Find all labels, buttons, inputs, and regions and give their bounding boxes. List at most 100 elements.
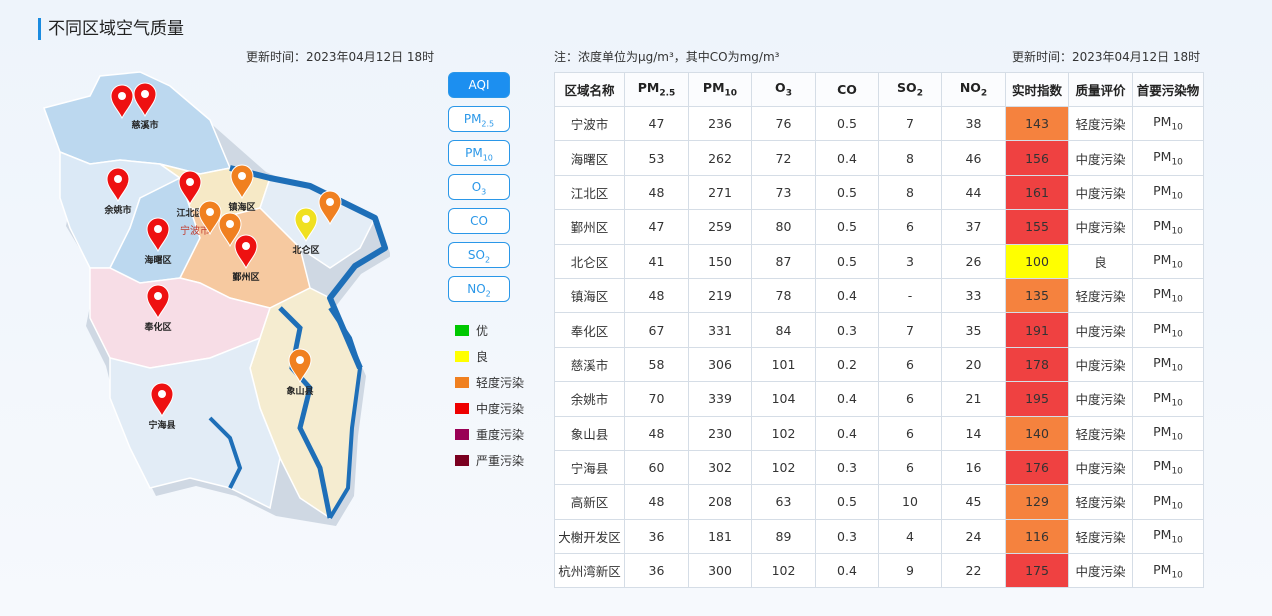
cell-so2: 3 bbox=[878, 243, 942, 279]
cell-so2: 7 bbox=[878, 105, 942, 142]
aqi-legend: 优 良 轻度污染 中度污染 重度污染 严重污染 bbox=[455, 317, 524, 473]
cell-aqi: 129 bbox=[1005, 484, 1069, 520]
table-row[interactable]: 北仑区 41 150 87 0.5 3 26 100 良 PM10 bbox=[554, 243, 1204, 279]
table-header-row: 区域名称 PM2.5 PM10 O3 CO SO2 NO2 实时指数 质量评价 首要污染物 bbox=[554, 72, 1204, 107]
cell-no2: 33 bbox=[941, 277, 1006, 314]
cell-aqi: 135 bbox=[1005, 277, 1069, 314]
cell-aqi: 156 bbox=[1005, 140, 1069, 176]
cell-so2: 4 bbox=[878, 518, 942, 555]
cell-co: 0.3 bbox=[815, 518, 879, 555]
cell-level: 轻度污染 bbox=[1068, 277, 1133, 314]
pin-label: 慈溪市 bbox=[131, 119, 158, 131]
cell-level: 中度污染 bbox=[1068, 174, 1133, 211]
cell-region: 奉化区 bbox=[554, 312, 625, 348]
cell-pm10: 306 bbox=[688, 346, 752, 383]
air-quality-table: 区域名称 PM2.5 PM10 O3 CO SO2 NO2 实时指数 质量评价 首要污染物 宁波市… bbox=[554, 72, 1204, 589]
cell-co: 0.4 bbox=[815, 415, 879, 451]
cell-level: 中度污染 bbox=[1068, 346, 1133, 383]
pin-label: 象山县 bbox=[286, 385, 313, 397]
cell-pm10: 259 bbox=[688, 209, 752, 245]
table-row[interactable]: 宁海县 60 302 102 0.3 6 16 176 中度污染 PM10 bbox=[554, 449, 1204, 486]
cell-primary-pollutant: PM10 bbox=[1132, 277, 1204, 314]
pin-label: 镇海区 bbox=[228, 201, 255, 213]
cell-region: 北仑区 bbox=[554, 243, 625, 279]
update-time-left: 更新时间：2023年04月12日 18时 bbox=[246, 50, 435, 64]
cell-primary-pollutant: PM10 bbox=[1132, 449, 1204, 486]
cell-pm25: 36 bbox=[624, 553, 689, 589]
cell-primary-pollutant: PM10 bbox=[1132, 312, 1204, 348]
cell-region: 高新区 bbox=[554, 484, 625, 520]
cell-primary-pollutant: PM10 bbox=[1132, 553, 1204, 589]
legend-item: 良 bbox=[455, 343, 524, 369]
table-row[interactable]: 高新区 48 208 63 0.5 10 45 129 轻度污染 PM10 bbox=[554, 484, 1204, 520]
cell-level: 轻度污染 bbox=[1068, 415, 1133, 451]
table-row[interactable]: 象山县 48 230 102 0.4 6 14 140 轻度污染 PM10 bbox=[554, 415, 1204, 451]
btn-o3[interactable]: O3 bbox=[448, 174, 510, 200]
cell-region: 海曙区 bbox=[554, 140, 625, 176]
btn-pm25[interactable]: PM2.5 bbox=[448, 106, 510, 132]
cell-level: 中度污染 bbox=[1068, 381, 1133, 417]
cell-no2: 20 bbox=[941, 346, 1006, 383]
cell-pm25: 48 bbox=[624, 277, 689, 314]
cell-o3: 84 bbox=[751, 312, 816, 348]
table-row[interactable]: 余姚市 70 339 104 0.4 6 21 195 中度污染 PM10 bbox=[554, 381, 1204, 417]
cell-pm25: 53 bbox=[624, 140, 689, 176]
table-row[interactable]: 奉化区 67 331 84 0.3 7 35 191 中度污染 PM10 bbox=[554, 312, 1204, 348]
legend-item: 中度污染 bbox=[455, 395, 524, 421]
table-row[interactable]: 大榭开发区 36 181 89 0.3 4 24 116 轻度污染 PM10 bbox=[554, 518, 1204, 555]
table-row[interactable]: 鄞州区 47 259 80 0.5 6 37 155 中度污染 PM10 bbox=[554, 209, 1204, 245]
cell-no2: 46 bbox=[941, 140, 1006, 176]
cell-o3: 102 bbox=[751, 553, 816, 589]
cell-pm25: 36 bbox=[624, 518, 689, 555]
cell-primary-pollutant: PM10 bbox=[1132, 484, 1204, 520]
cell-primary-pollutant: PM10 bbox=[1132, 174, 1204, 211]
table-row[interactable]: 镇海区 48 219 78 0.4-33 135 轻度污染 PM10 bbox=[554, 277, 1204, 314]
cell-pm25: 47 bbox=[624, 105, 689, 142]
table-row[interactable]: 杭州湾新区 36 300 102 0.4 9 22 175 中度污染 PM10 bbox=[554, 553, 1204, 589]
pin-label: 北仑区 bbox=[292, 244, 319, 256]
cell-aqi: 155 bbox=[1005, 209, 1069, 245]
legend-item: 重度污染 bbox=[455, 421, 524, 447]
table-row[interactable]: 慈溪市 58 306 101 0.2 6 20 178 中度污染 PM10 bbox=[554, 346, 1204, 383]
table-row[interactable]: 海曙区 53 262 72 0.4 8 46 156 中度污染 PM10 bbox=[554, 140, 1204, 176]
btn-pm10[interactable]: PM10 bbox=[448, 140, 510, 166]
cell-primary-pollutant: PM10 bbox=[1132, 346, 1204, 383]
cell-pm25: 70 bbox=[624, 381, 689, 417]
cell-level: 轻度污染 bbox=[1068, 484, 1133, 520]
cell-pm10: 219 bbox=[688, 277, 752, 314]
pin-label: 余姚市 bbox=[103, 204, 131, 216]
cell-o3: 63 bbox=[751, 484, 816, 520]
cell-no2: 16 bbox=[941, 449, 1006, 486]
cell-pm10: 271 bbox=[688, 174, 752, 211]
legend-swatch bbox=[455, 428, 469, 440]
cell-pm25: 48 bbox=[624, 484, 689, 520]
cell-no2: 14 bbox=[941, 415, 1006, 451]
table-row[interactable]: 宁波市 47 236 76 0.5 7 38 143 轻度污染 PM10 bbox=[554, 105, 1204, 142]
cell-pm10: 300 bbox=[688, 553, 752, 589]
cell-aqi: 191 bbox=[1005, 312, 1069, 348]
btn-no2[interactable]: NO2 bbox=[448, 276, 510, 302]
cell-so2: 6 bbox=[878, 449, 942, 486]
cell-no2: 26 bbox=[941, 243, 1006, 279]
legend-swatch bbox=[455, 376, 469, 388]
btn-so2[interactable]: SO2 bbox=[448, 242, 510, 268]
cell-o3: 72 bbox=[751, 140, 816, 176]
cell-aqi: 175 bbox=[1005, 553, 1069, 589]
cell-aqi: 143 bbox=[1005, 105, 1069, 142]
cell-pm25: 67 bbox=[624, 312, 689, 348]
page-title: 不同区域空气质量 bbox=[38, 18, 184, 40]
cell-region: 象山县 bbox=[554, 415, 625, 451]
legend-item: 优 bbox=[455, 317, 524, 343]
cell-level: 良 bbox=[1068, 243, 1133, 279]
cell-so2: 6 bbox=[878, 346, 942, 383]
cell-so2: 8 bbox=[878, 174, 942, 211]
cell-no2: 44 bbox=[941, 174, 1006, 211]
cell-co: 0.4 bbox=[815, 381, 879, 417]
cell-no2: 38 bbox=[941, 105, 1006, 142]
btn-aqi[interactable]: AQI bbox=[448, 72, 510, 98]
btn-co[interactable]: CO bbox=[448, 208, 510, 234]
cell-o3: 87 bbox=[751, 243, 816, 279]
cell-primary-pollutant: PM10 bbox=[1132, 140, 1204, 176]
table-row[interactable]: 江北区 48 271 73 0.5 8 44 161 中度污染 PM10 bbox=[554, 174, 1204, 211]
legend-label: 中度污染 bbox=[476, 401, 525, 416]
